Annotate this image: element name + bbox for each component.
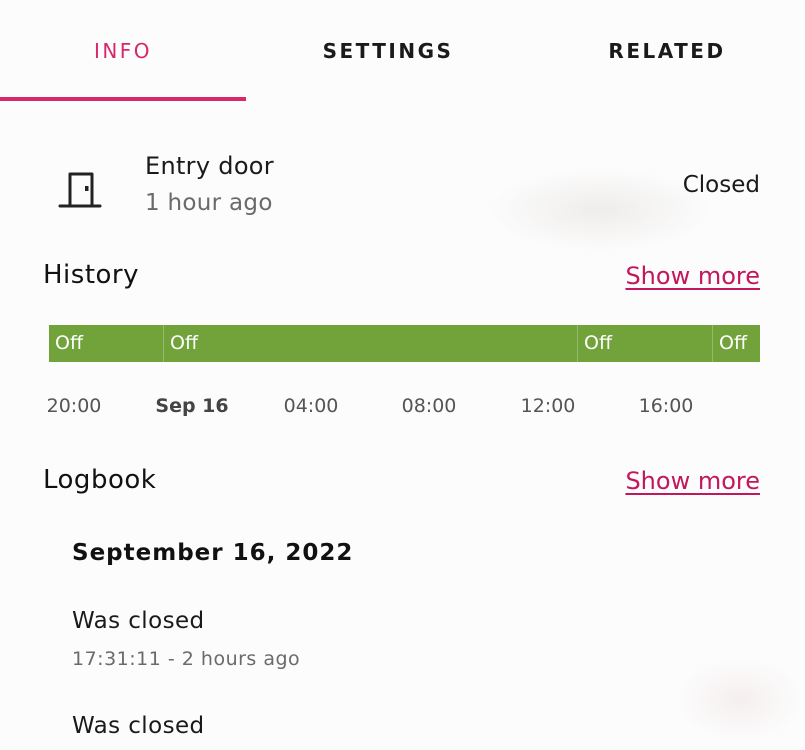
timeline-axis-label: 12:00 bbox=[520, 395, 576, 417]
timeline-axis-label: 20:00 bbox=[46, 395, 102, 417]
timeline-axis-label: 04:00 bbox=[283, 395, 339, 417]
tab-settings[interactable]: SETTINGS bbox=[266, 0, 510, 102]
logbook-show-more-link[interactable]: Show more bbox=[625, 467, 760, 495]
timeline-axis-label: Sep 16 bbox=[155, 395, 229, 417]
timeline-axis-label: 08:00 bbox=[401, 395, 457, 417]
logbook-entry-message: Was closed bbox=[72, 608, 205, 634]
entity-state: Closed bbox=[682, 172, 760, 198]
entity-last-changed: 1 hour ago bbox=[145, 190, 273, 216]
more-info-dialog: INFO SETTINGS RELATED Entry door 1 hour … bbox=[0, 0, 805, 750]
tab-info[interactable]: INFO bbox=[0, 0, 246, 102]
timeline-axis-label: 16:00 bbox=[638, 395, 694, 417]
history-title: History bbox=[43, 260, 139, 290]
timeline-segment[interactable]: Off bbox=[164, 325, 198, 362]
timeline-segment[interactable]: Off bbox=[713, 325, 747, 362]
timeline-segment[interactable]: Off bbox=[49, 325, 83, 362]
door-closed-icon bbox=[58, 172, 102, 208]
logbook-entry-time: 17:31:11 - 2 hours ago bbox=[72, 648, 301, 670]
active-tab-indicator bbox=[0, 97, 246, 101]
tab-related[interactable]: RELATED bbox=[545, 0, 789, 102]
history-timeline-bar[interactable]: Off Off Off Off bbox=[49, 325, 760, 362]
history-show-more-link[interactable]: Show more bbox=[625, 262, 760, 290]
logbook-entry-message: Was closed bbox=[72, 713, 205, 739]
timeline-segment[interactable]: Off bbox=[578, 325, 612, 362]
entity-name: Entry door bbox=[145, 152, 274, 180]
logbook-date-heading: September 16, 2022 bbox=[72, 540, 354, 566]
logbook-title: Logbook bbox=[43, 465, 157, 495]
tab-bar: INFO SETTINGS RELATED bbox=[0, 0, 805, 102]
